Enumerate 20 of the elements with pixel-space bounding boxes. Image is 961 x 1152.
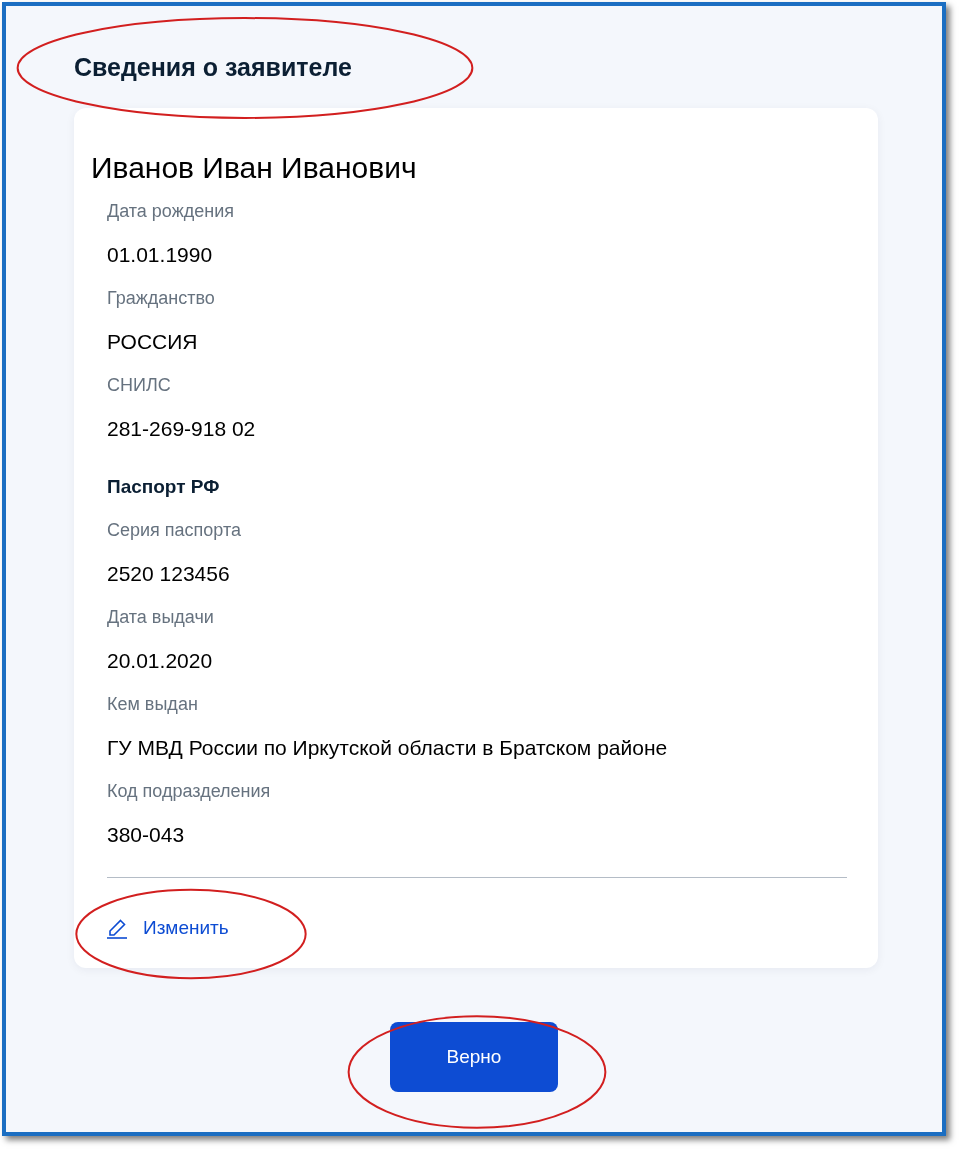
field-value: 281-269-918 02 [107,415,257,442]
field-label: Кем выдан [107,692,199,716]
field-value: 20.01.2020 [107,647,214,674]
section-heading: Паспорт РФ [107,474,221,499]
field-label: Код подразделения [107,779,272,803]
field-label: СНИЛС [107,373,172,397]
field-label: Серия паспорта [107,518,242,542]
section-title: Сведения о заявителе [74,52,353,82]
field-label: Гражданство [107,286,216,310]
field-label: Дата выдачи [107,605,215,629]
field-value: ГУ МВД России по Иркутской области в Братском районе [107,734,669,761]
applicant-name: Иванов Иван Иванович [91,150,418,186]
field-value: РОССИЯ [107,328,199,355]
field-value: 380-043 [107,821,186,848]
field-label: Дата рождения [107,199,235,223]
pencil-icon [105,916,129,941]
field-value: 2520 123456 [107,560,231,587]
edit-link[interactable]: Изменить [105,914,229,943]
field-value: 01.01.1990 [107,241,214,268]
confirm-button[interactable]: Верно [390,1022,558,1092]
